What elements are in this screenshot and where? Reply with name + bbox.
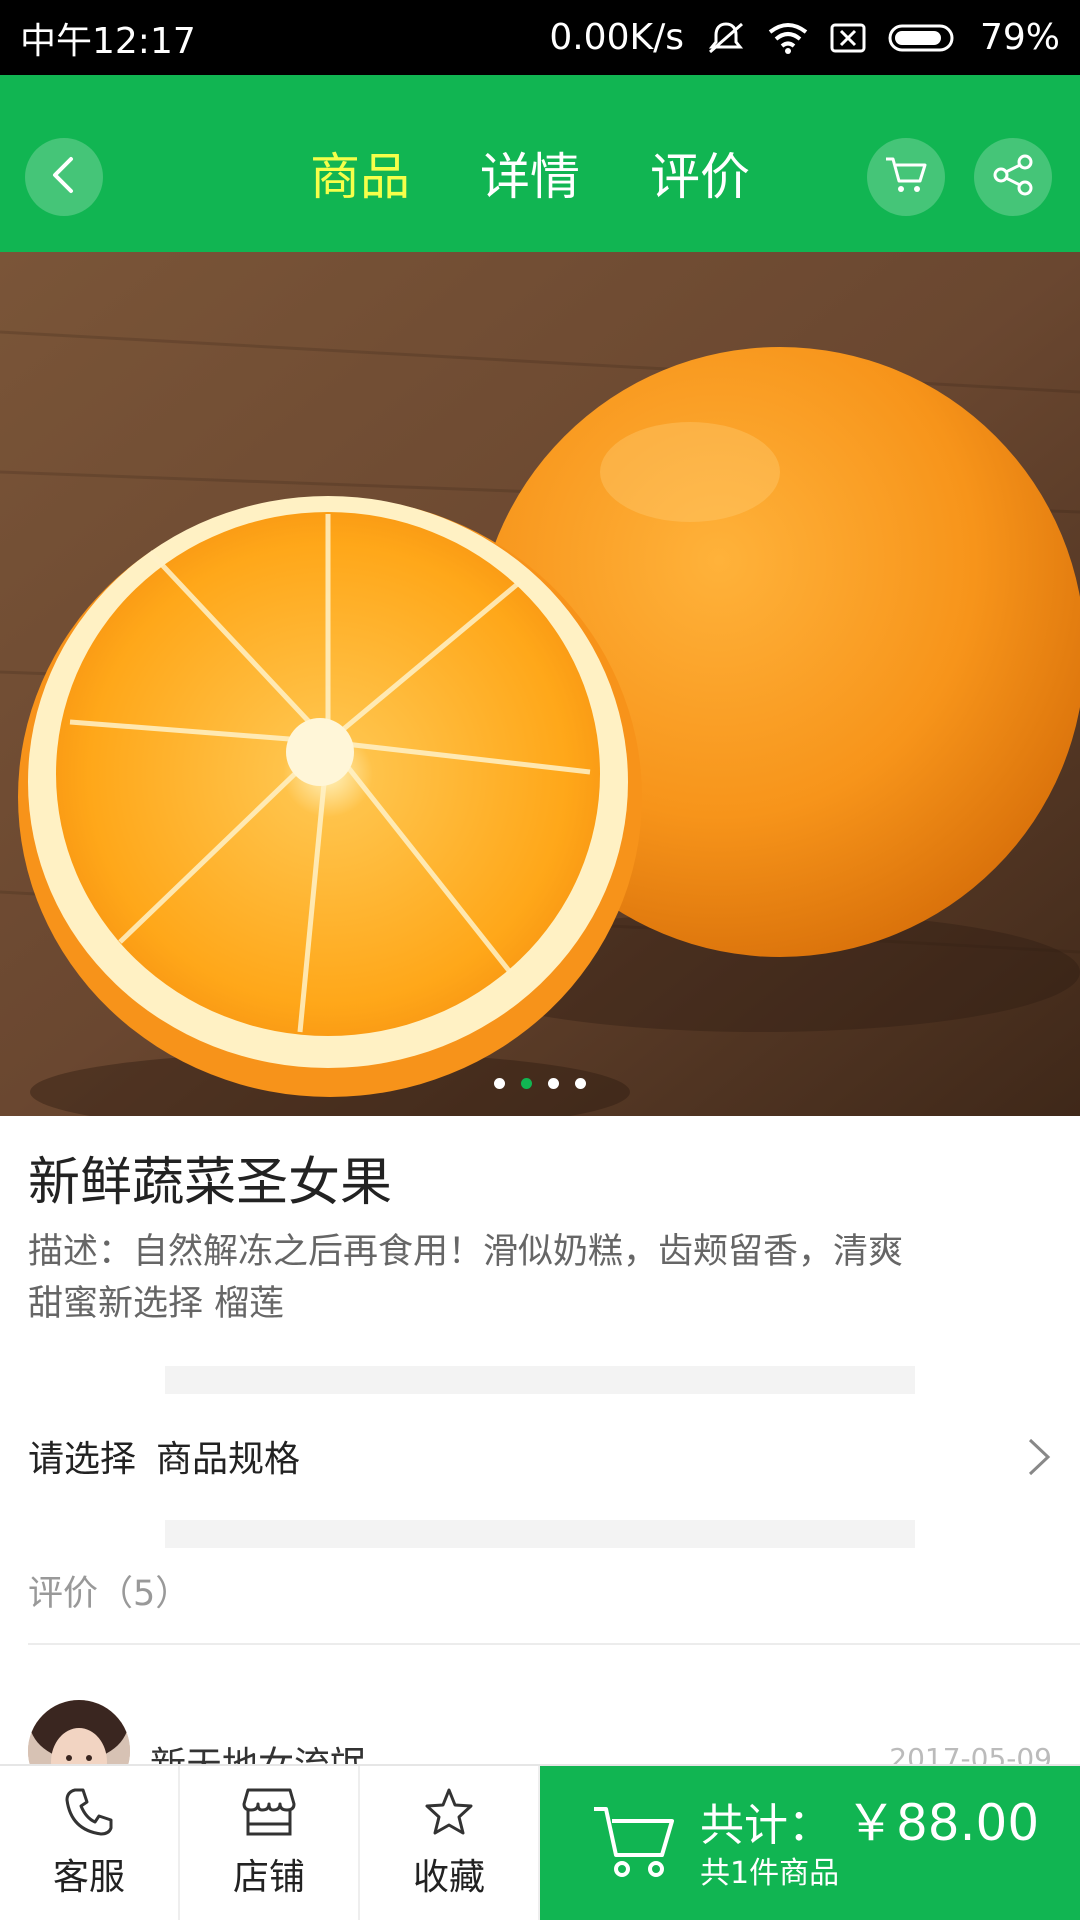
carousel-dot-active[interactable] <box>521 1078 532 1089</box>
battery-level: 79% <box>979 17 1060 58</box>
status-time: 中午12:17 <box>20 20 196 62</box>
back-icon <box>49 155 79 199</box>
bottom-action-bar: 客服 店铺 收藏 共计： ￥88.00 共1件商品 <box>0 1764 1080 1920</box>
tab-product[interactable]: 商品 <box>310 147 410 207</box>
spec-label: 请选择 <box>28 1439 137 1480</box>
divider <box>28 1643 1080 1645</box>
product-image-carousel[interactable] <box>0 252 1080 1116</box>
page-tabs: 商品 详情 评价 <box>310 147 750 207</box>
total-price: ￥88.00 <box>846 1793 1040 1852</box>
share-icon <box>991 153 1035 201</box>
wifi-icon <box>768 22 808 54</box>
customer-service-button[interactable]: 客服 <box>0 1766 180 1920</box>
customer-service-label: 客服 <box>52 1857 125 1898</box>
back-button[interactable] <box>25 138 103 216</box>
store-button[interactable]: 店铺 <box>180 1766 360 1920</box>
battery-icon <box>888 23 958 53</box>
carousel-indicator <box>0 1078 1080 1089</box>
tab-reviews[interactable]: 评价 <box>650 147 750 207</box>
spec-value: 商品规格 <box>156 1439 301 1480</box>
network-speed: 0.00K/s <box>549 17 684 58</box>
cart-icon <box>592 1803 676 1885</box>
product-title: 新鲜蔬菜圣女果 <box>28 1153 393 1213</box>
top-nav-bar: 商品 详情 评价 <box>0 75 1080 252</box>
carousel-dot[interactable] <box>575 1078 586 1089</box>
carousel-dot[interactable] <box>548 1078 559 1089</box>
favorite-label: 收藏 <box>412 1857 485 1898</box>
mute-icon <box>706 20 746 56</box>
status-bar: 中午12:17 0.00K/s 79% <box>0 0 1080 75</box>
chevron-right-icon <box>1026 1436 1052 1482</box>
product-photo <box>0 252 1080 1116</box>
store-icon <box>242 1786 296 1842</box>
carousel-dot[interactable] <box>494 1078 505 1089</box>
favorite-button[interactable]: 收藏 <box>360 1766 540 1920</box>
spec-selector[interactable]: 请选择 商品规格 <box>0 1400 1080 1512</box>
star-icon <box>423 1786 475 1842</box>
total-label: 共计： <box>700 1799 832 1851</box>
cart-icon <box>884 155 928 199</box>
tab-details[interactable]: 详情 <box>480 147 580 207</box>
section-divider <box>165 1366 915 1394</box>
item-count: 共1件商品 <box>700 1855 840 1891</box>
checkout-button[interactable]: 共计： ￥88.00 共1件商品 <box>540 1766 1080 1920</box>
cart-button[interactable] <box>867 138 945 216</box>
review-count-header[interactable]: 评价（5） <box>28 1565 190 1616</box>
share-button[interactable] <box>974 138 1052 216</box>
store-label: 店铺 <box>232 1857 305 1898</box>
no-sim-icon <box>830 23 866 53</box>
phone-icon <box>63 1786 115 1842</box>
section-divider <box>165 1520 915 1548</box>
product-description: 描述：自然解冻之后再食用！滑似奶糕，齿颊留香，清爽甜蜜新选择 榴莲 <box>28 1232 904 1324</box>
